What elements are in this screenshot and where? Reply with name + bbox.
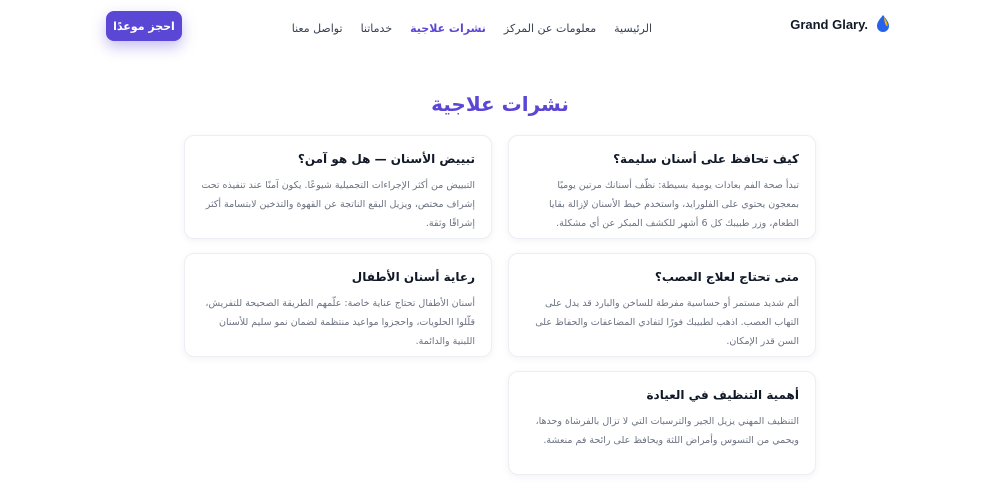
section-title: نشرات علاجية (431, 92, 569, 116)
main-nav: الرئيسية معلومات عن المركز نشرات علاجية … (292, 17, 652, 36)
grid-spacer (184, 371, 492, 475)
nav-bulletins[interactable]: نشرات علاجية (410, 22, 486, 35)
nav-about[interactable]: معلومات عن المركز (504, 22, 596, 35)
card-text: تبدأ صحة الفم بعادات يومية بسيطة: نظّف أ… (548, 180, 799, 229)
card-title: متى تحتاج لعلاج العصب؟ (654, 270, 799, 284)
page: Grand Glary. الرئيسية معلومات عن المركز … (0, 0, 1000, 484)
nav-contact[interactable]: تواصل معنا (292, 22, 343, 35)
card-title: تبييض الأسنان — هل هو آمن؟ (297, 152, 475, 166)
bulletins-grid: كيف تحافظ على أسنان سليمة؟ تبدأ صحة الفم… (184, 135, 816, 475)
bulletin-card[interactable]: تبييض الأسنان — هل هو آمن؟ التبييض من أك… (184, 135, 492, 239)
bulletin-card[interactable]: رعاية أسنان الأطفال أسنان الأطفال تحتاج … (184, 253, 492, 357)
card-text: ألم شديد مستمر أو حساسية مفرطة للساخن وا… (535, 298, 799, 347)
brand-link[interactable]: Grand Glary. (790, 14, 890, 34)
bulletin-card[interactable]: أهمية التنظيف في العيادة التنظيف المهني … (508, 371, 816, 475)
nav-home[interactable]: الرئيسية (614, 22, 652, 35)
bulletin-card[interactable]: متى تحتاج لعلاج العصب؟ ألم شديد مستمر أو… (508, 253, 816, 357)
card-text: التبييض من أكثر الإجراءات التجميلية شيوع… (201, 180, 475, 229)
navbar: Grand Glary. الرئيسية معلومات عن المركز … (0, 0, 1000, 52)
book-appointment-button[interactable]: احجز موعدًا (106, 11, 182, 41)
brand-name: Grand Glary. (790, 16, 868, 32)
bulletin-card[interactable]: كيف تحافظ على أسنان سليمة؟ تبدأ صحة الفم… (508, 135, 816, 239)
card-text: التنظيف المهني يزيل الجير والترسبات التي… (535, 416, 799, 446)
tooth-drop-logo-icon (877, 15, 889, 32)
card-title: أهمية التنظيف في العيادة (646, 388, 799, 402)
card-title: رعاية أسنان الأطفال (351, 270, 475, 284)
nav-services[interactable]: خدماتنا (361, 22, 393, 35)
card-text: أسنان الأطفال تحتاج عناية خاصة: علّمهم ا… (205, 298, 475, 347)
card-title: كيف تحافظ على أسنان سليمة؟ (613, 152, 799, 166)
